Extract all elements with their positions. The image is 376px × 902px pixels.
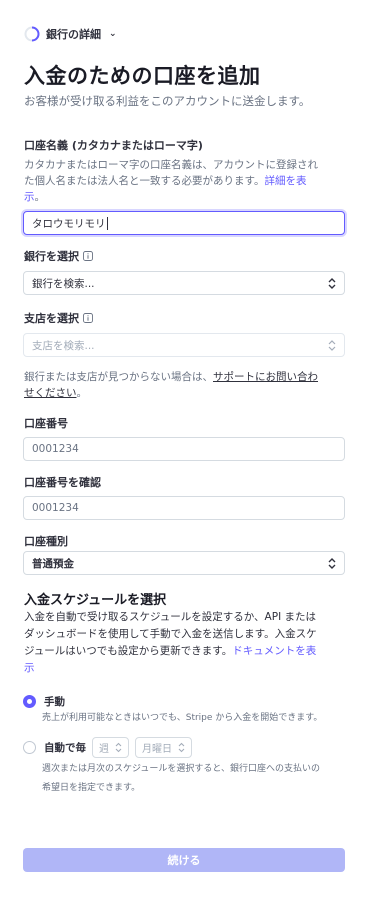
manual-label: 手動 bbox=[44, 696, 65, 708]
chevron-up-down-icon bbox=[328, 340, 336, 351]
page-subtitle: お客様が受け取る利益をこのアカウントに送金します。 bbox=[24, 94, 311, 108]
info-icon[interactable] bbox=[83, 251, 93, 261]
info-icon[interactable] bbox=[83, 313, 93, 323]
progress-ring-icon bbox=[24, 26, 40, 42]
bank-label: 銀行を選択 bbox=[24, 248, 93, 264]
account-number-input[interactable]: 0001234 bbox=[23, 437, 345, 461]
chevron-up-down-icon bbox=[328, 278, 336, 289]
account-name-label: 口座名義 (カタカナまたはローマ字) bbox=[24, 139, 203, 152]
automatic-desc: 週次または月次のスケジュールを選択すると、銀行口座への支払いの 希望日を指定でき… bbox=[42, 764, 321, 793]
chevron-up-down-icon bbox=[178, 742, 185, 753]
chevron-up-down-icon bbox=[328, 558, 336, 569]
confirm-account-number-label: 口座番号を確認 bbox=[24, 476, 101, 489]
step-label: 銀行の詳細 bbox=[46, 28, 101, 41]
documentation-link-cont[interactable]: 示 bbox=[24, 662, 35, 674]
account-name-help: カタカナまたはローマ字の口座名義は、アカウントに登録され た個人名または法人名と… bbox=[24, 159, 318, 203]
contact-support-link-cont[interactable]: せください bbox=[24, 387, 77, 399]
automatic-radio[interactable] bbox=[23, 741, 36, 754]
step-dropdown[interactable]: 銀行の詳細 ⌄ bbox=[24, 25, 117, 43]
learn-more-link[interactable]: 詳細を表 bbox=[264, 175, 306, 187]
payout-schedule-desc: 入金を自動で受け取るスケジュールを設定するか、API または ダッシュボードを使… bbox=[24, 611, 317, 674]
bank-search-select[interactable]: 銀行を検索... bbox=[23, 271, 345, 295]
learn-more-link-cont[interactable]: 示 bbox=[24, 191, 35, 203]
day-select[interactable]: 月曜日 bbox=[135, 737, 192, 758]
branch-label: 支店を選択 bbox=[24, 310, 93, 326]
account-name-input[interactable]: タロウモリモリ bbox=[23, 211, 345, 235]
account-number-label: 口座番号 bbox=[24, 417, 68, 430]
documentation-link[interactable]: ドキュメントを表 bbox=[232, 645, 316, 657]
confirm-account-number-input[interactable]: 0001234 bbox=[23, 496, 345, 520]
chevron-down-icon: ⌄ bbox=[109, 29, 117, 39]
contact-support-link[interactable]: サポートにお問い合わ bbox=[213, 371, 318, 383]
manual-radio[interactable] bbox=[23, 695, 36, 708]
account-type-select[interactable]: 普通預金 bbox=[23, 551, 345, 575]
page-title: 入金のための口座を追加 bbox=[24, 64, 261, 88]
bank-not-found-text: 銀行または支店が見つからない場合は、サポートにお問い合わ せください。 bbox=[24, 371, 318, 399]
automatic-label: 自動で毎 bbox=[44, 742, 86, 754]
branch-search-select[interactable]: 支店を検索... bbox=[23, 333, 345, 357]
chevron-up-down-icon bbox=[115, 742, 122, 753]
payout-schedule-title: 入金スケジュールを選択 bbox=[24, 593, 167, 608]
account-type-label: 口座種別 bbox=[24, 535, 68, 548]
interval-select[interactable]: 週 bbox=[92, 737, 129, 758]
text-cursor bbox=[106, 216, 108, 230]
manual-option[interactable]: 手動 bbox=[23, 694, 65, 709]
continue-button[interactable]: 続ける bbox=[23, 848, 345, 872]
manual-desc: 売上が利用可能なときはいつでも、Stripe から入金を開始できます。 bbox=[42, 713, 323, 723]
automatic-option[interactable]: 自動で毎 週 月曜日 bbox=[23, 737, 192, 758]
